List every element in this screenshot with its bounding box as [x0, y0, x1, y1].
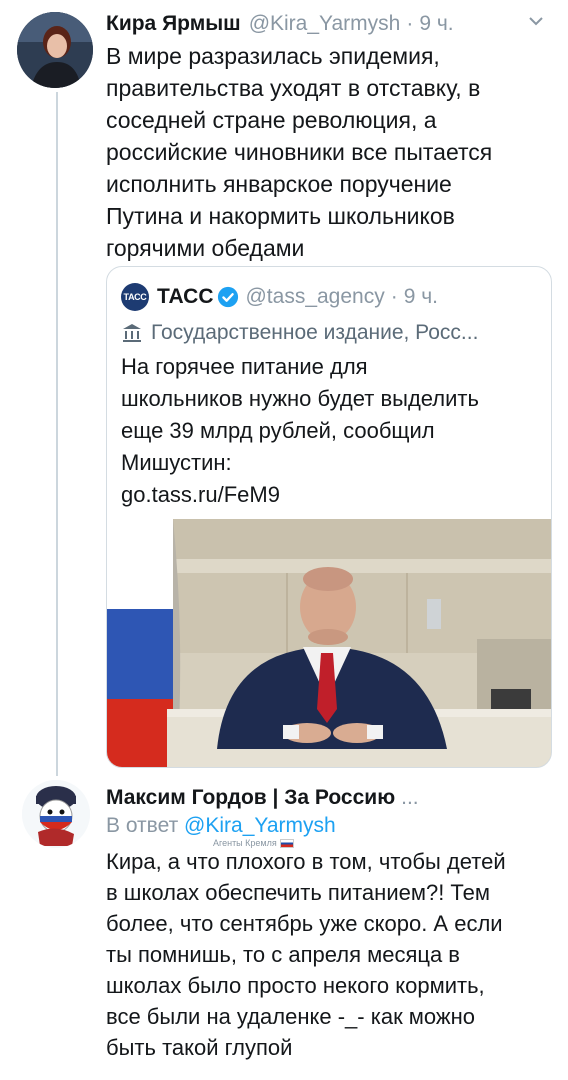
tweet2-text-line: все были на удаленке -_- как можно [106, 1004, 476, 1029]
tass-logo[interactable]: ТАСС [121, 283, 149, 311]
tweet1-text-line: соседней стране революция, а [106, 107, 437, 133]
tweet2-text-line: в школах обеспечить питанием?! Тем [106, 880, 490, 905]
government-label-text: Государственное издание, Росс... [151, 321, 479, 344]
tweet2-text: Кира, а что плохого в том, чтобы детей в… [106, 846, 556, 1063]
quote-text-line: На горячее питание для [121, 354, 368, 379]
quote-text-line: еще 39 млрд рублей, сообщил [121, 418, 435, 443]
quote-header: ТАСС ТАСС @tass_agency · 9 ч. [121, 281, 438, 313]
tweet1-text-line: российские чиновники все пытается [106, 139, 493, 165]
tweet1-text-line: Путина и накормить школьников [106, 203, 455, 229]
reply-prefix: В ответ [106, 814, 179, 837]
tweet2-name-ellipsis: ... [401, 786, 419, 809]
quote-separator: · [390, 285, 398, 308]
quote-time[interactable]: 9 ч. [404, 285, 438, 309]
quote-link[interactable]: go.tass.ru/FeM9 [121, 479, 541, 511]
tweet1-handle[interactable]: @Kira_Yarmysh [249, 12, 401, 36]
quote-text-line: школьников нужно будет выделить [121, 386, 479, 411]
quoted-tweet-card[interactable]: ТАСС ТАСС @tass_agency · 9 ч. Государств… [106, 266, 552, 768]
tweet2-text-line: школах было просто некого кормить, [106, 973, 485, 998]
quote-handle[interactable]: @tass_agency [245, 285, 384, 309]
tweet2-text-line: быть такой глупой [106, 1035, 293, 1060]
tweet2-author-name[interactable]: Максим Гордов | За Россию [106, 786, 395, 810]
tweet1-header: Кира Ярмыш @Kira_Yarmysh · 9 ч. [106, 8, 546, 40]
quote-text-line: Мишустин: [121, 450, 232, 475]
caret-down-icon[interactable] [526, 11, 546, 31]
reply-handle-link[interactable]: @Kira_Yarmysh [184, 814, 336, 837]
quote-photo[interactable] [107, 519, 551, 767]
tweet2-avatar[interactable] [22, 780, 90, 848]
government-building-icon [123, 324, 141, 342]
tweet1-text-line: правительства уходят в отставку, в [106, 75, 481, 101]
verified-badge-icon [218, 286, 239, 308]
tweet2-text-line: ты помнишь, то с апреля месяца в [106, 942, 460, 967]
tweet2-header: Максим Гордов | За Россию ... [106, 782, 419, 814]
tweet1-avatar[interactable] [17, 12, 93, 88]
tweet1-text-line: исполнить январское поручение [106, 171, 452, 197]
tweet2-text-line: Кира, а что плохого в том, чтобы детей [106, 849, 506, 874]
tweet1-text-line: горячими обедами [106, 235, 305, 261]
quote-text: На горячее питание для школьников нужно … [121, 351, 541, 511]
tweet1-text-line: В мире разразилась эпидемия, [106, 43, 440, 69]
tweet1-separator: · [406, 12, 414, 35]
thread-line [56, 92, 58, 776]
tweet1-time[interactable]: 9 ч. [419, 12, 453, 36]
tweet2-text-line: более, что сентябрь уже скоро. А если [106, 911, 503, 936]
government-media-label[interactable]: Государственное издание, Росс... [121, 317, 478, 349]
tweet1-author-name[interactable]: Кира Ярмыш [106, 12, 241, 36]
quote-author-name[interactable]: ТАСС [157, 285, 213, 309]
tweet1-text: В мире разразилась эпидемия, правительст… [106, 40, 536, 264]
